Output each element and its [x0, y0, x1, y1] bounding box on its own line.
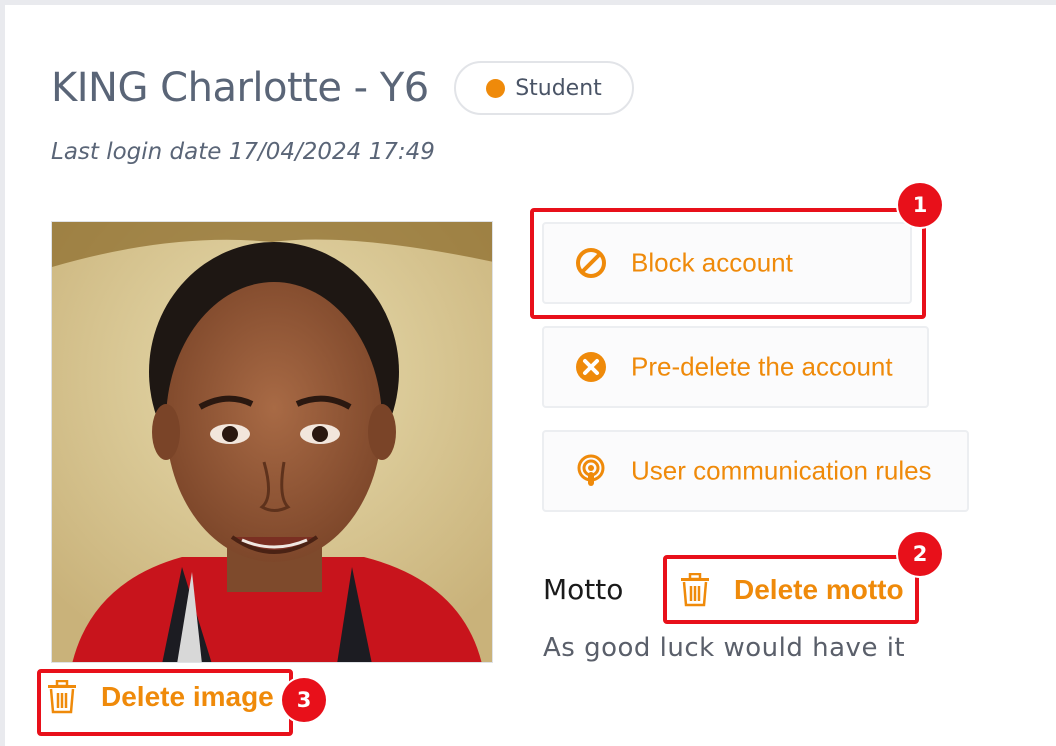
page-frame: KING Charlotte - Y6 Student Last login d… — [0, 0, 1056, 746]
motto-heading: Motto — [543, 573, 624, 606]
profile-photo — [51, 221, 493, 663]
highlight-box-2 — [663, 555, 919, 624]
user-communication-rules-button[interactable]: User communication rules — [542, 430, 969, 512]
portrait-image — [52, 222, 492, 662]
pre-delete-account-label: Pre-delete the account — [631, 351, 893, 382]
podcast-icon — [577, 454, 605, 486]
close-circle-icon — [576, 352, 606, 382]
status-dot-icon — [486, 78, 506, 98]
role-badge: Student — [454, 61, 634, 115]
highlight-box-3 — [37, 669, 293, 736]
callout-number-2: 2 — [898, 532, 942, 576]
pre-delete-account-button[interactable]: Pre-delete the account — [542, 326, 929, 408]
highlight-box-1 — [530, 208, 926, 319]
user-communication-rules-label: User communication rules — [631, 455, 932, 486]
role-badge-label: Student — [515, 75, 602, 101]
motto-text: As good luck would have it — [543, 633, 906, 663]
page-title: KING Charlotte - Y6 — [51, 65, 429, 111]
callout-number-3: 3 — [282, 678, 326, 722]
last-login-date: Last login date 17/04/2024 17:49 — [51, 139, 435, 165]
callout-number-1: 1 — [898, 183, 942, 227]
